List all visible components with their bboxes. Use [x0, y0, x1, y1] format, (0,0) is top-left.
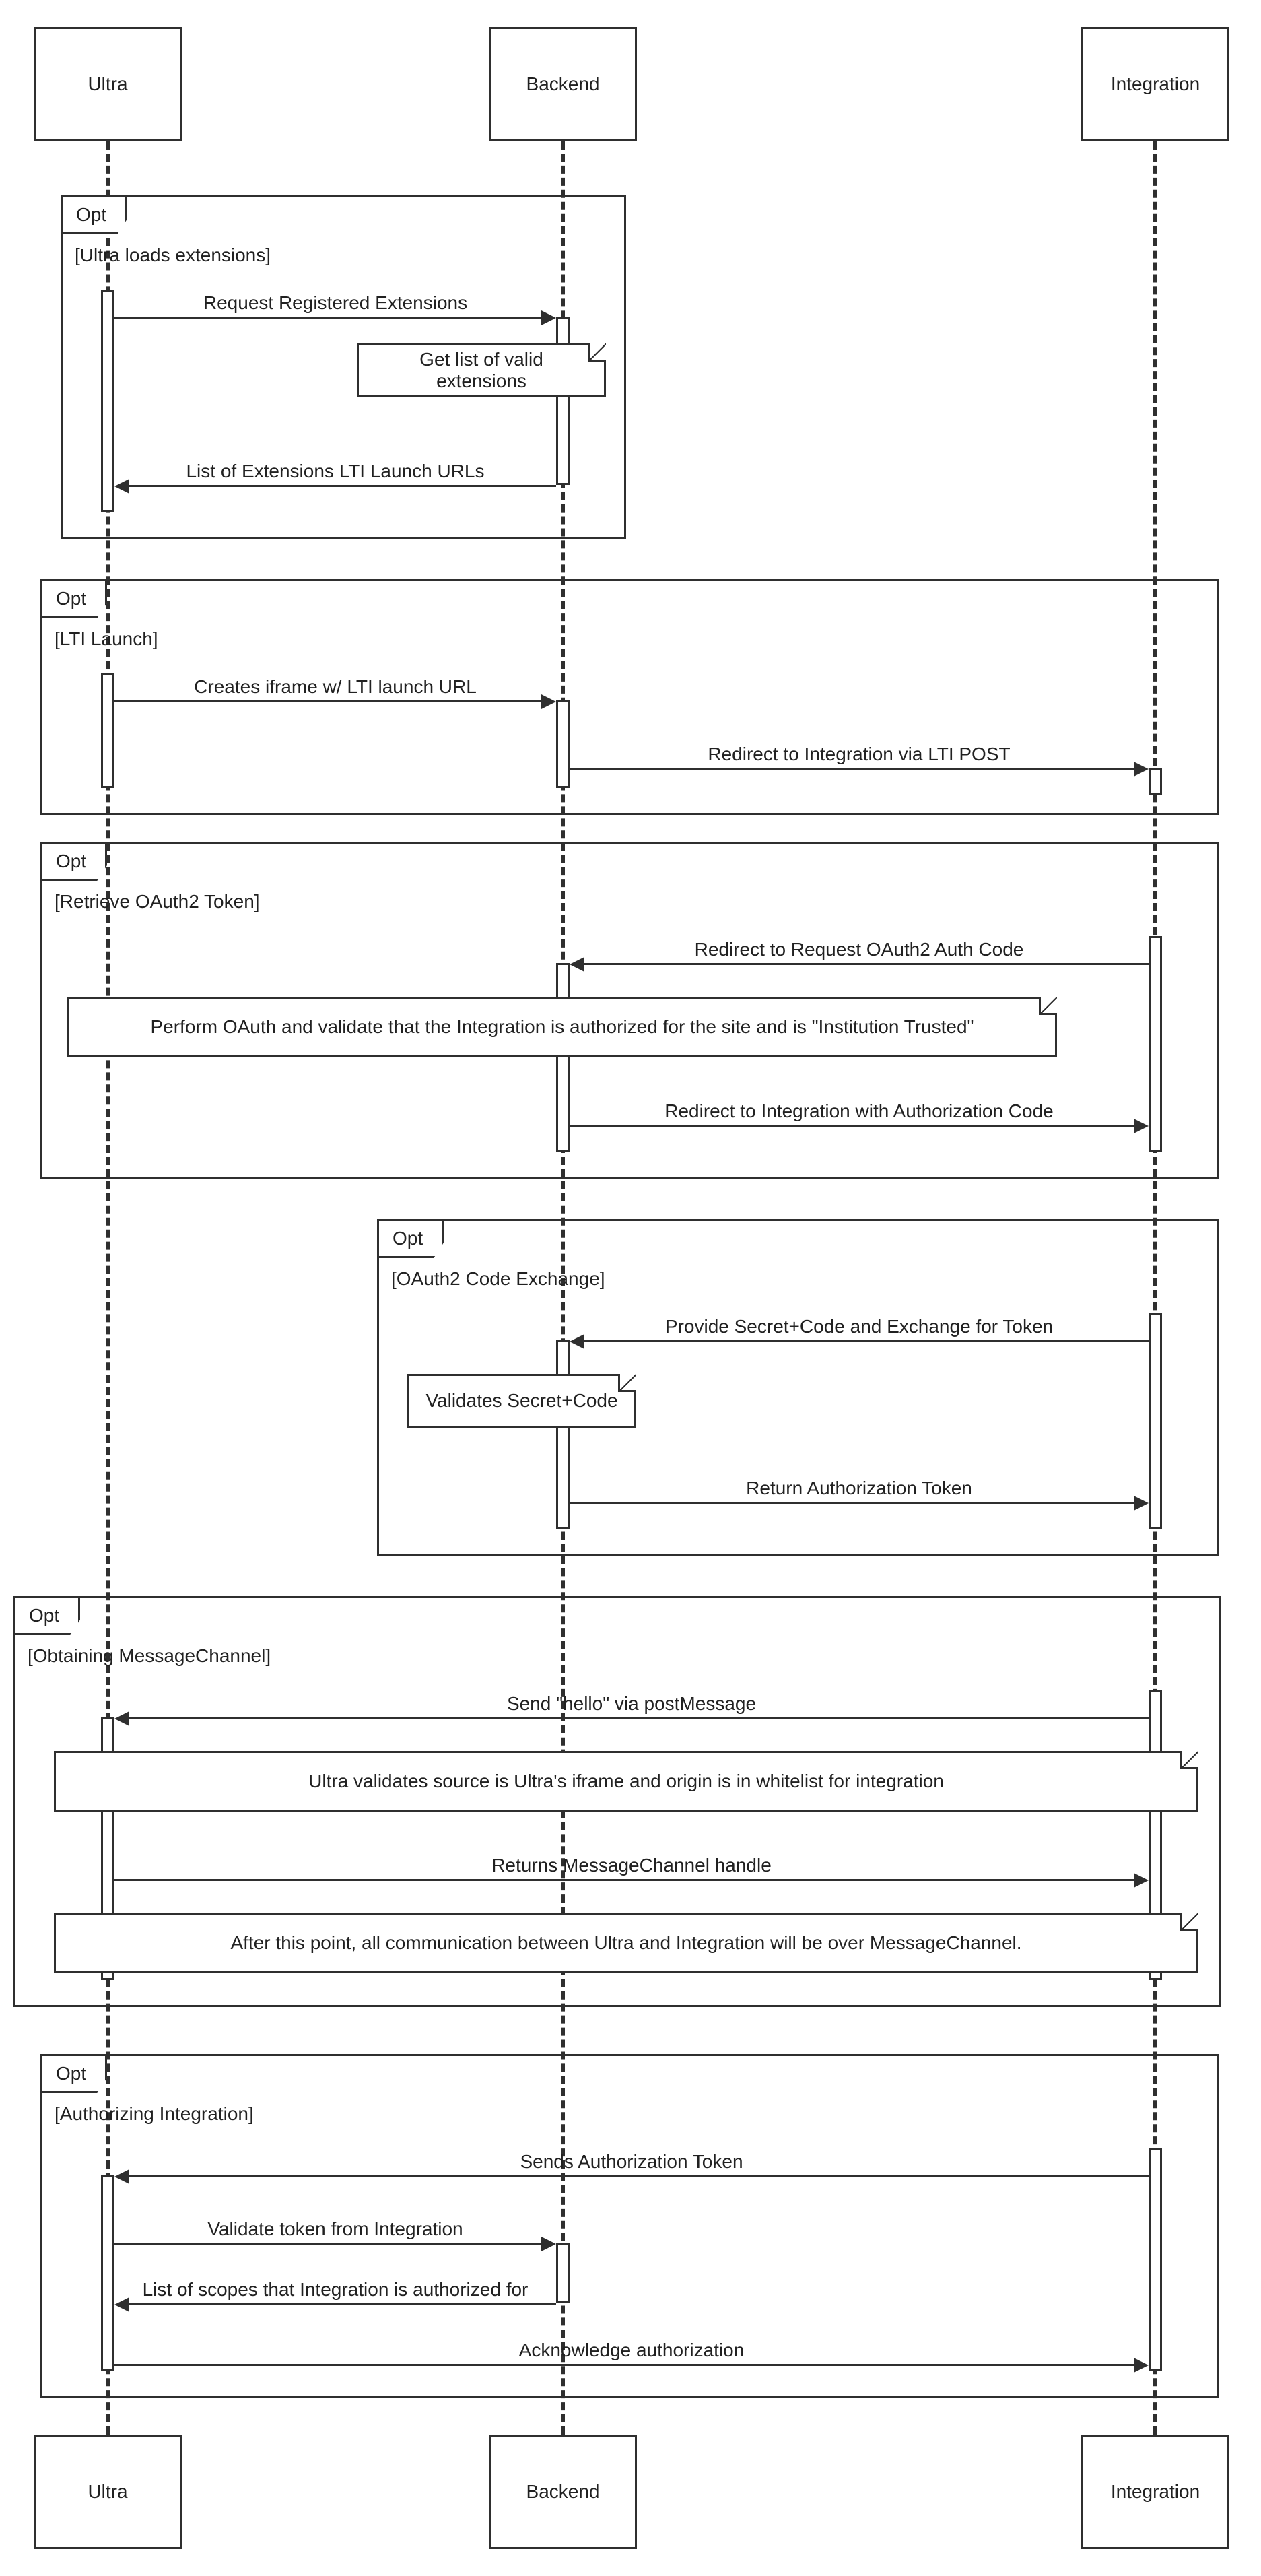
participant-backend-bottom: Backend: [489, 2435, 637, 2549]
participant-label: Integration: [1111, 73, 1200, 95]
participant-integration-bottom: Integration: [1081, 2435, 1229, 2549]
note: Get list of valid extensions: [357, 343, 606, 397]
note: Perform OAuth and validate that the Inte…: [67, 997, 1057, 1057]
message-label: Send "hello" via postMessage: [114, 1693, 1149, 1715]
opt-condition: [Obtaining MessageChannel]: [28, 1645, 271, 1667]
activation-bar: [1149, 1313, 1162, 1529]
note-text: Perform OAuth and validate that the Inte…: [150, 1016, 974, 1038]
participant-label: Backend: [526, 73, 600, 95]
message: Send "hello" via postMessage: [114, 1697, 1149, 1724]
opt-condition: [Authorizing Integration]: [55, 2103, 254, 2125]
message-label: Redirect to Integration via LTI POST: [570, 744, 1149, 765]
message: Creates iframe w/ LTI launch URL: [114, 680, 556, 707]
message: Return Authorization Token: [570, 1482, 1149, 1509]
note: After this point, all communication betw…: [54, 1913, 1198, 1973]
activation-bar: [1149, 768, 1162, 795]
message: List of Extensions LTI Launch URLs: [114, 465, 556, 492]
message: Provide Secret+Code and Exchange for Tok…: [570, 1320, 1149, 1347]
participant-label: Backend: [526, 2481, 600, 2503]
opt-condition: [OAuth2 Code Exchange]: [391, 1268, 605, 1290]
opt-label: Opt: [40, 579, 107, 618]
participant-integration-top: Integration: [1081, 27, 1229, 141]
opt-condition: [Retrieve OAuth2 Token]: [55, 891, 260, 913]
message: List of scopes that Integration is autho…: [114, 2283, 556, 2310]
message-label: Acknowledge authorization: [114, 2340, 1149, 2361]
message-label: List of Extensions LTI Launch URLs: [114, 461, 556, 482]
opt-label: Opt: [40, 842, 107, 881]
participant-ultra-bottom: Ultra: [34, 2435, 182, 2549]
message-label: List of scopes that Integration is autho…: [114, 2279, 556, 2301]
opt-label: Opt: [377, 1219, 444, 1258]
participant-label: Integration: [1111, 2481, 1200, 2503]
activation-bar: [556, 2243, 570, 2303]
opt-condition: [LTI Launch]: [55, 628, 158, 650]
participant-label: Ultra: [88, 2481, 127, 2503]
activation-bar: [101, 673, 114, 788]
opt-label: Opt: [40, 2054, 107, 2093]
message: Validate token from Integration: [114, 2222, 556, 2249]
activation-bar: [556, 700, 570, 788]
message: Redirect to Integration via LTI POST: [570, 748, 1149, 774]
message: Returns MessageChannel handle: [114, 1859, 1149, 1886]
opt-label: Opt: [13, 1596, 80, 1635]
note-text: Validates Secret+Code: [425, 1390, 617, 1412]
message: Sends Authorization Token: [114, 2155, 1149, 2182]
note-text: Ultra validates source is Ultra's iframe…: [308, 1771, 944, 1792]
note-text: Get list of valid extensions: [375, 349, 588, 392]
message: Acknowledge authorization: [114, 2344, 1149, 2371]
activation-bar: [1149, 936, 1162, 1152]
note-text: After this point, all communication betw…: [230, 1932, 1021, 1954]
message: Redirect to Integration with Authorizati…: [570, 1104, 1149, 1131]
message-label: Request Registered Extensions: [114, 292, 556, 314]
note: Validates Secret+Code: [407, 1374, 636, 1428]
message: Redirect to Request OAuth2 Auth Code: [570, 943, 1149, 970]
message-label: Provide Secret+Code and Exchange for Tok…: [570, 1316, 1149, 1337]
activation-bar: [1149, 2148, 1162, 2371]
message-label: Return Authorization Token: [570, 1478, 1149, 1499]
activation-bar: [556, 963, 570, 1152]
message-label: Returns MessageChannel handle: [114, 1855, 1149, 1876]
activation-bar: [101, 2175, 114, 2371]
message: Request Registered Extensions: [114, 296, 556, 323]
opt-label: Opt: [61, 195, 127, 234]
message-label: Redirect to Request OAuth2 Auth Code: [570, 939, 1149, 960]
activation-bar: [556, 317, 570, 485]
message-label: Creates iframe w/ LTI launch URL: [114, 676, 556, 698]
message-label: Sends Authorization Token: [114, 2151, 1149, 2173]
participant-ultra-top: Ultra: [34, 27, 182, 141]
sequence-diagram: Ultra Backend Integration Ultra Backend …: [27, 27, 1234, 2549]
message-label: Redirect to Integration with Authorizati…: [570, 1100, 1149, 1122]
message-label: Validate token from Integration: [114, 2218, 556, 2240]
activation-bar: [556, 1340, 570, 1529]
note: Ultra validates source is Ultra's iframe…: [54, 1751, 1198, 1812]
participant-label: Ultra: [88, 73, 127, 95]
opt-condition: [Ultra loads extensions]: [75, 244, 271, 266]
activation-bar: [101, 290, 114, 512]
participant-backend-top: Backend: [489, 27, 637, 141]
